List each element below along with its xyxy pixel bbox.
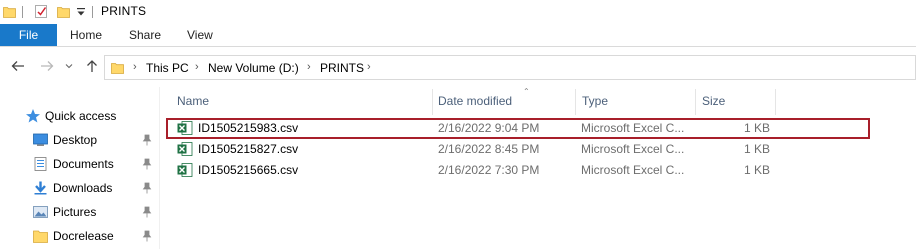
breadcrumb-chevron-icon[interactable]: › xyxy=(307,61,311,73)
breadcrumb-chevron-icon[interactable]: › xyxy=(367,61,371,73)
file-size: 1 KB xyxy=(744,142,771,156)
sidebar-item-label: Quick access xyxy=(45,109,117,123)
column-header-name[interactable]: Name xyxy=(177,87,209,115)
navigation-bar: › This PC › New Volume (D:) › PRINTS › xyxy=(0,48,916,87)
folder-icon xyxy=(33,230,48,243)
file-name[interactable]: ID1505215665.csv xyxy=(198,163,298,177)
toolbar-separator xyxy=(22,6,23,18)
ribbon-tabs: File Home Share View xyxy=(0,24,916,47)
excel-csv-file-icon xyxy=(177,163,193,177)
column-divider[interactable] xyxy=(432,89,433,115)
customize-toolbar-icon[interactable] xyxy=(76,6,86,18)
column-divider[interactable] xyxy=(695,89,696,115)
folder-icon[interactable] xyxy=(3,5,16,18)
file-date-modified: 2/16/2022 9:04 PM xyxy=(438,121,540,135)
file-size: 1 KB xyxy=(744,121,771,135)
pin-icon[interactable] xyxy=(142,206,152,218)
file-size: 1 KB xyxy=(744,163,771,177)
sidebar-item-docrelease[interactable]: Docrelease xyxy=(0,224,160,248)
excel-csv-file-icon xyxy=(177,142,193,156)
pictures-icon xyxy=(33,206,48,218)
new-folder-icon[interactable] xyxy=(57,5,70,18)
tab-home[interactable]: Home xyxy=(70,24,102,46)
title-bar: PRINTS xyxy=(0,0,916,24)
sidebar-item-pictures[interactable]: Pictures xyxy=(0,200,160,224)
window-title: PRINTS xyxy=(101,4,147,18)
address-bar[interactable]: › This PC › New Volume (D:) › PRINTS › xyxy=(104,55,916,80)
desktop-icon xyxy=(33,133,48,146)
column-header-type[interactable]: Type xyxy=(582,87,608,115)
file-type: Microsoft Excel C... xyxy=(581,163,685,177)
sidebar-item-desktop[interactable]: Desktop xyxy=(0,128,160,152)
sort-chevron-icon: ⌃ xyxy=(523,87,530,96)
sidebar-item-downloads[interactable]: Downloads xyxy=(0,176,160,200)
recent-locations-chevron-icon[interactable] xyxy=(64,58,74,74)
excel-csv-file-icon xyxy=(177,121,193,135)
file-row[interactable]: ID1505215665.csv 2/16/2022 7:30 PM Micro… xyxy=(166,160,870,181)
pin-icon[interactable] xyxy=(142,230,152,242)
column-header-date-modified[interactable]: Date modified xyxy=(438,87,512,115)
file-list: Name ⌃ Date modified Type Size ID1505215… xyxy=(160,87,916,249)
breadcrumb-new-volume[interactable]: New Volume (D:) xyxy=(208,61,299,75)
tab-view[interactable]: View xyxy=(187,24,213,46)
toolbar-separator xyxy=(92,6,93,18)
sidebar-item-quick-access[interactable]: Quick access xyxy=(0,104,160,128)
star-icon xyxy=(26,109,40,123)
file-date-modified: 2/16/2022 8:45 PM xyxy=(438,142,540,156)
file-row[interactable]: ID1505215827.csv 2/16/2022 8:45 PM Micro… xyxy=(166,139,870,160)
breadcrumb-prints[interactable]: PRINTS xyxy=(320,61,364,75)
breadcrumb-chevron-icon[interactable]: › xyxy=(133,61,137,73)
up-arrow-icon[interactable] xyxy=(84,58,100,74)
sidebar-item-label: Desktop xyxy=(53,133,98,147)
properties-icon[interactable] xyxy=(34,4,49,19)
sidebar-item-label: Docrelease xyxy=(53,229,114,243)
sidebar-item-label: Documents xyxy=(53,157,114,171)
column-header-size[interactable]: Size xyxy=(702,87,725,115)
sidebar-item-label: Downloads xyxy=(53,181,113,195)
back-arrow-icon[interactable] xyxy=(10,58,26,74)
file-name[interactable]: ID1505215983.csv xyxy=(198,121,298,135)
file-date-modified: 2/16/2022 7:30 PM xyxy=(438,163,540,177)
breadcrumb-this-pc[interactable]: This PC xyxy=(146,61,189,75)
documents-icon xyxy=(34,157,47,171)
pin-icon[interactable] xyxy=(142,134,152,146)
sidebar-item-label: Pictures xyxy=(53,205,97,219)
downloads-icon xyxy=(34,181,47,195)
breadcrumb-chevron-icon[interactable]: › xyxy=(195,61,199,73)
column-divider[interactable] xyxy=(775,89,776,115)
file-type: Microsoft Excel C... xyxy=(581,121,685,135)
tab-share[interactable]: Share xyxy=(129,24,161,46)
navigation-pane: Quick access Desktop Documents Downloads xyxy=(0,87,160,249)
forward-arrow-icon[interactable] xyxy=(39,58,55,74)
column-divider[interactable] xyxy=(575,89,576,115)
tab-file[interactable]: File xyxy=(0,24,57,46)
file-name[interactable]: ID1505215827.csv xyxy=(198,142,298,156)
pin-icon[interactable] xyxy=(142,182,152,194)
sidebar-item-documents[interactable]: Documents xyxy=(0,152,160,176)
file-row[interactable]: ID1505215983.csv 2/16/2022 9:04 PM Micro… xyxy=(166,118,870,139)
pin-icon[interactable] xyxy=(142,158,152,170)
file-type: Microsoft Excel C... xyxy=(581,142,685,156)
folder-icon xyxy=(111,63,124,74)
